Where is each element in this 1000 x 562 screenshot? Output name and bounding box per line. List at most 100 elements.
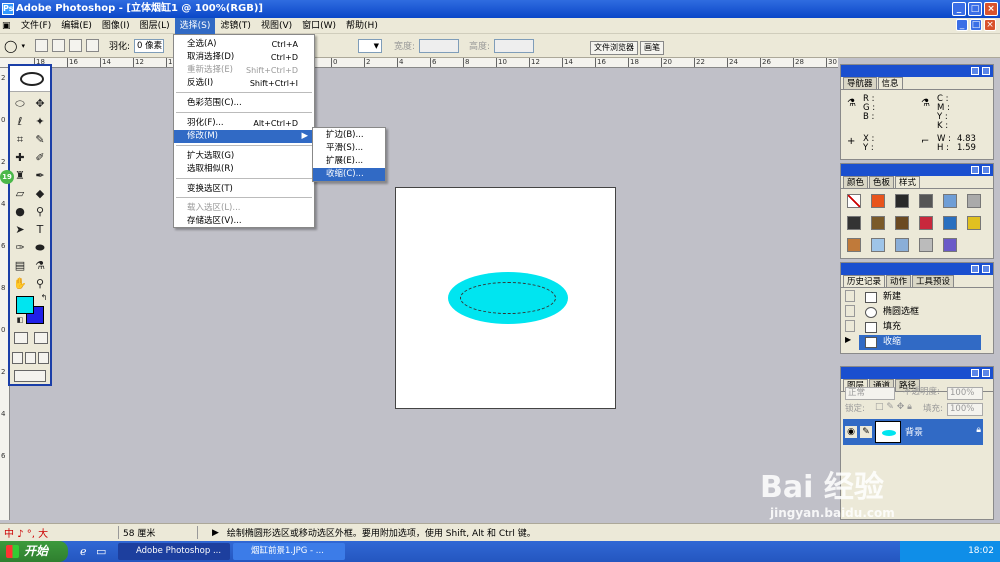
styles-panel-titlebar[interactable] [841, 164, 993, 176]
jump-to-imageready-icon[interactable] [14, 370, 46, 382]
tab-tool-presets[interactable]: 工具预设 [912, 275, 955, 287]
height-input[interactable] [494, 38, 535, 53]
ellipse-marquee-icon[interactable]: ◯ [4, 39, 17, 53]
menu-image[interactable]: 图像(I) [97, 18, 135, 34]
layer-row-background[interactable]: ◉ ✎ 背景 🔒︎ [843, 419, 983, 445]
tab-styles[interactable]: 样式 [895, 176, 921, 188]
select-menu-item[interactable]: 色彩范围(C)... [174, 97, 314, 110]
document-canvas[interactable] [395, 187, 616, 409]
select-menu-item[interactable]: 载入选区(L)... [174, 202, 314, 215]
maximize-button[interactable]: □ [968, 2, 982, 16]
width-input[interactable] [419, 38, 460, 53]
style-swatch[interactable] [847, 194, 861, 208]
slice-tool-icon[interactable]: ✎ [32, 132, 48, 148]
tab-swatches[interactable]: 色板 [869, 176, 895, 188]
new-selection-button[interactable] [34, 39, 48, 52]
style-swatch[interactable] [943, 194, 957, 208]
style-swatch[interactable] [967, 216, 981, 230]
marquee-tool-icon[interactable]: ⬭ [12, 96, 28, 112]
style-swatch[interactable] [943, 238, 957, 252]
history-panel-titlebar[interactable] [841, 263, 993, 275]
full-screen-icon[interactable] [38, 352, 49, 364]
document-icon[interactable]: ▣ [2, 18, 16, 34]
quick-mask-mode-icon[interactable] [34, 332, 48, 344]
modify-submenu-item[interactable]: 扩边(B)... [313, 129, 385, 142]
select-menu-item[interactable]: 选取相似(R) [174, 163, 314, 176]
doc-close-button[interactable]: × [984, 19, 996, 31]
task-photoshop[interactable]: Adobe Photoshop ... [118, 543, 230, 560]
standard-mode-icon[interactable] [14, 332, 28, 344]
stamp-tool-icon[interactable]: ♜ [12, 168, 28, 184]
healing-brush-tool-icon[interactable]: ✚ [12, 150, 28, 166]
path-select-tool-icon[interactable]: ➤ [12, 222, 28, 238]
tab-info[interactable]: 信息 [877, 77, 903, 89]
history-item[interactable]: 填充 [859, 320, 981, 335]
ie-icon[interactable]: ℯ [80, 545, 87, 558]
info-panel-titlebar[interactable] [841, 65, 993, 77]
menu-layer[interactable]: 图层(L) [135, 18, 175, 34]
standard-screen-icon[interactable] [12, 352, 23, 364]
ime-indicator[interactable]: 中 ♪ °, 大 [0, 525, 118, 540]
history-brush-tool-icon[interactable]: ✒ [32, 168, 48, 184]
style-swatch[interactable] [895, 216, 909, 230]
tab-history[interactable]: 历史记录 [843, 275, 886, 287]
modify-submenu-item[interactable]: 平滑(S)... [313, 142, 385, 155]
panel-close-icon[interactable] [982, 369, 990, 377]
panel-minimize-icon[interactable] [971, 369, 979, 377]
select-menu-item[interactable]: 变换选区(T) [174, 183, 314, 196]
lasso-tool-icon[interactable]: ℓ [12, 114, 28, 130]
crop-tool-icon[interactable]: ⌗ [12, 132, 28, 148]
opacity-input[interactable]: 100% [947, 387, 983, 400]
select-menu-item[interactable]: 扩大选取(G) [174, 150, 314, 163]
select-menu-item[interactable]: 存储选区(V)... [174, 215, 314, 228]
paint-bucket-tool-icon[interactable]: ◆ [32, 186, 48, 202]
style-dropdown-chevron-icon[interactable]: ▼ [358, 38, 382, 53]
close-button[interactable]: × [984, 2, 998, 16]
hand-tool-icon[interactable]: ✋ [12, 276, 28, 292]
history-item[interactable]: 新建 [859, 290, 981, 305]
layer-brush-icon[interactable]: ✎ [860, 426, 872, 438]
tab-actions[interactable]: 动作 [886, 275, 912, 287]
panel-minimize-icon[interactable] [971, 166, 979, 174]
dodge-tool-icon[interactable]: ⚲ [32, 204, 48, 220]
modify-submenu-item[interactable]: 收缩(C)... [313, 168, 385, 181]
blur-tool-icon[interactable]: ● [12, 204, 28, 220]
minimize-button[interactable]: _ [952, 2, 966, 16]
panel-close-icon[interactable] [982, 67, 990, 75]
type-tool-icon[interactable]: T [32, 222, 48, 238]
magic-wand-tool-icon[interactable]: ✦ [32, 114, 48, 130]
style-swatch[interactable] [847, 238, 861, 252]
blend-mode-select[interactable]: 正常 [845, 387, 895, 400]
menu-view[interactable]: 视图(V) [256, 18, 297, 34]
panel-close-icon[interactable] [982, 166, 990, 174]
style-swatch[interactable] [871, 238, 885, 252]
file-browser-tab[interactable]: 文件浏览器 [590, 41, 638, 55]
move-tool-icon[interactable]: ✥ [32, 96, 48, 112]
brushes-tab[interactable]: 画笔 [640, 41, 664, 55]
foreground-color-swatch[interactable] [16, 296, 34, 314]
modify-submenu-item[interactable]: 扩展(E)... [313, 155, 385, 168]
select-menu-item[interactable]: 羽化(F)... Alt+Ctrl+D [174, 117, 314, 130]
fill-input[interactable]: 100% [947, 403, 983, 416]
style-swatch[interactable] [919, 216, 933, 230]
eyedropper-tool-icon[interactable]: ⚗ [32, 258, 48, 274]
menu-select[interactable]: 选择(S) [174, 17, 216, 34]
feather-input[interactable]: 0 像素 [134, 38, 164, 53]
desktop-icon[interactable]: ▭ [96, 545, 106, 558]
style-swatch[interactable] [919, 238, 933, 252]
start-button[interactable]: 开始 [0, 541, 68, 562]
subtract-selection-button[interactable] [68, 39, 82, 52]
eraser-tool-icon[interactable]: ▱ [12, 186, 28, 202]
panel-minimize-icon[interactable] [971, 265, 979, 273]
style-swatch[interactable] [847, 216, 861, 230]
style-swatch[interactable] [871, 216, 885, 230]
history-item-selected[interactable]: 收缩 [859, 335, 981, 350]
default-colors-icon[interactable]: ◧ [12, 312, 28, 328]
select-menu-item[interactable]: 取消选择(D) Ctrl+D [174, 51, 314, 64]
style-swatch[interactable] [943, 216, 957, 230]
panel-minimize-icon[interactable] [971, 67, 979, 75]
brush-tool-icon[interactable]: ✐ [32, 150, 48, 166]
tab-color[interactable]: 颜色 [843, 176, 869, 188]
task-image-viewer[interactable]: 烟缸前景1.JPG - ... [233, 543, 345, 560]
style-swatch[interactable] [967, 194, 981, 208]
